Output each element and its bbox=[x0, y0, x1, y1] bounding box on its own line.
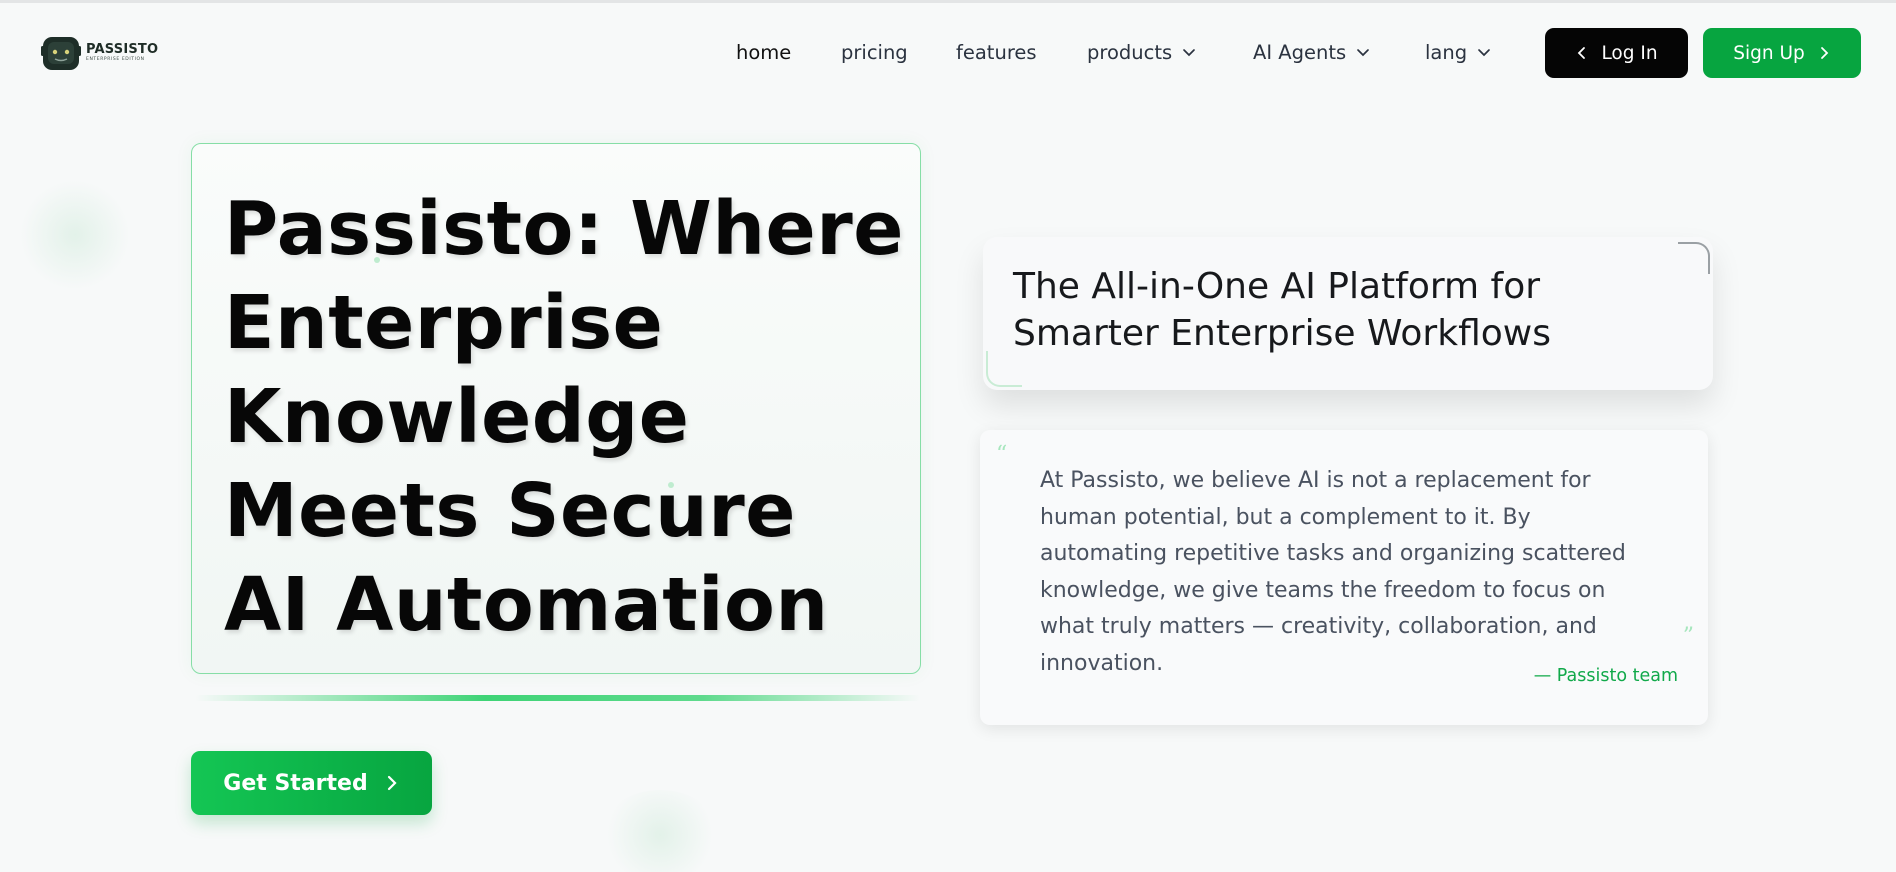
chevron-down-icon bbox=[1478, 49, 1490, 57]
chevron-left-icon bbox=[1578, 47, 1586, 59]
nav-item-label: lang bbox=[1425, 40, 1468, 64]
nav-item-products[interactable]: products bbox=[1087, 41, 1196, 64]
chevron-right-icon bbox=[1820, 47, 1829, 59]
logo-name: PASSISTO bbox=[86, 42, 159, 58]
close-quote-icon: ” bbox=[1682, 624, 1694, 649]
chevron-down-icon bbox=[1183, 49, 1196, 57]
nav-item-pricing[interactable]: pricing bbox=[841, 41, 908, 64]
hero-card: Passisto: Where Enterprise Knowledge Mee… bbox=[191, 143, 921, 674]
chevron-right-icon bbox=[387, 775, 397, 791]
background-blob bbox=[20, 180, 130, 290]
background-blob bbox=[600, 790, 720, 872]
signup-button[interactable]: Sign Up bbox=[1703, 28, 1861, 78]
quote-author: — Passisto team bbox=[1533, 666, 1678, 686]
nav-item-home[interactable]: home bbox=[736, 41, 791, 64]
logo-tagline: ENTERPRISE EDITION bbox=[86, 57, 145, 63]
login-button-label: Log In bbox=[1601, 42, 1658, 64]
chevron-down-icon bbox=[1357, 49, 1370, 57]
signup-button-label: Sign Up bbox=[1733, 42, 1805, 64]
open-quote-icon: “ bbox=[996, 442, 1008, 467]
nav-item-label: products bbox=[1087, 40, 1173, 64]
tagline-card: The All-in-One AI Platform for Smarter E… bbox=[983, 237, 1713, 390]
hero-title: Passisto: Where Enterprise Knowledge Mee… bbox=[224, 186, 904, 648]
hero-underline bbox=[195, 695, 920, 701]
nav-item-label: pricing bbox=[841, 40, 908, 64]
nav-item-ai-agents[interactable]: AI Agents bbox=[1253, 41, 1370, 64]
nav-item-lang[interactable]: lang bbox=[1425, 41, 1491, 64]
nav-item-label: features bbox=[956, 40, 1037, 64]
corner-accent bbox=[1678, 242, 1710, 274]
top-border bbox=[0, 0, 1896, 3]
tagline-heading: The All-in-One AI Platform for Smarter E… bbox=[1013, 266, 1551, 354]
decorative-dot bbox=[374, 257, 380, 263]
nav-item-label: AI Agents bbox=[1253, 40, 1347, 64]
robot-head-icon bbox=[41, 37, 81, 70]
get-started-button[interactable]: Get Started bbox=[191, 751, 432, 815]
get-started-label: Get Started bbox=[223, 770, 368, 796]
nav-item-label: home bbox=[736, 40, 792, 64]
quote-text: At Passisto, we believe AI is not a repl… bbox=[1040, 468, 1626, 676]
logo[interactable]: PASSISTO ENTERPRISE EDITION bbox=[40, 32, 158, 74]
login-button[interactable]: Log In bbox=[1545, 28, 1688, 78]
nav-item-features[interactable]: features bbox=[956, 41, 1037, 64]
quote-card: “ At Passisto, we believe AI is not a re… bbox=[980, 430, 1708, 725]
decorative-dot bbox=[668, 482, 674, 488]
